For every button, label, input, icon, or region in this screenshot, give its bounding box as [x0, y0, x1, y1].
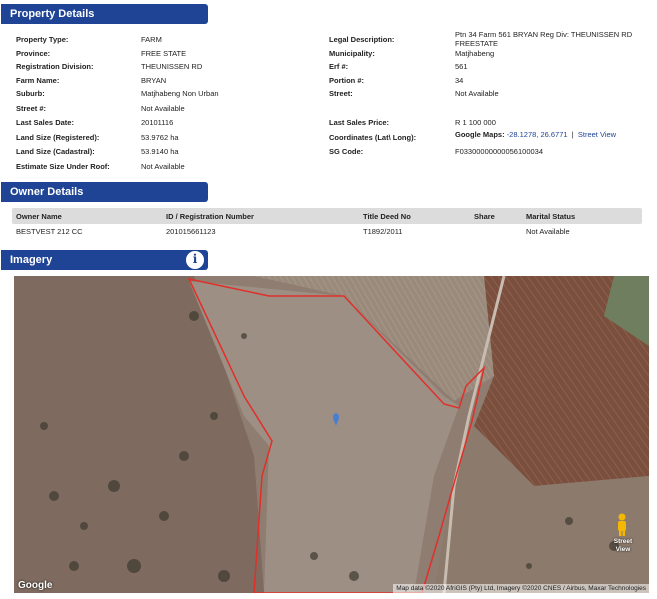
- estimate-size-under-roof-label: Estimate Size Under Roof:: [16, 162, 110, 171]
- property-type-label: Property Type:: [16, 35, 69, 44]
- farm-name-label: Farm Name:: [16, 76, 60, 85]
- street-view-link[interactable]: Street View: [578, 130, 616, 139]
- street-number-label: Street #:: [16, 104, 47, 113]
- street-label: Street:: [329, 89, 353, 98]
- legal-description-label: Legal Description:: [329, 35, 395, 44]
- property-type-value: FARM: [141, 35, 162, 44]
- land-size-cadastral-label: Land Size (Cadastral):: [16, 147, 95, 156]
- owner-name-column-header: Owner Name: [16, 212, 62, 221]
- erf-label: Erf #:: [329, 62, 349, 71]
- imagery-header: Imagery: [1, 250, 208, 270]
- portion-value: 34: [455, 76, 464, 85]
- street-value: Not Available: [455, 89, 499, 98]
- last-sales-date-value: 20101116: [141, 118, 174, 127]
- marital-status-cell: Not Available: [526, 227, 570, 236]
- info-icon[interactable]: i: [185, 250, 205, 270]
- registration-division-label: Registration Division:: [16, 62, 94, 71]
- municipality-value: Matjhabeng: [455, 49, 495, 58]
- province-value: FREE STATE: [141, 49, 187, 58]
- map-attribution: Map data ©2020 AfriGIS (Pty) Ltd, Imager…: [393, 584, 649, 593]
- land-size-registered-label: Land Size (Registered):: [16, 133, 100, 142]
- google-logo: Google: [18, 580, 53, 591]
- municipality-label: Municipality:: [329, 49, 375, 58]
- province-label: Province:: [16, 49, 51, 58]
- google-maps-prefix: Google Maps:: [455, 130, 505, 139]
- land-size-cadastral-value: 53.9140 ha: [141, 147, 179, 156]
- coordinates-label: Coordinates (Lat\ Long):: [329, 133, 417, 142]
- suburb-label: Suburb:: [16, 89, 45, 98]
- last-sales-date-label: Last Sales Date:: [16, 118, 74, 127]
- coordinates-value: Google Maps: -28.1278, 26.6771 | Street …: [455, 130, 616, 139]
- registration-division-value: THEUNISSEN RD: [141, 62, 203, 71]
- sg-code-value: F03300000000056100034: [455, 147, 544, 156]
- owner-name-cell: BESTVEST 212 CC: [16, 227, 83, 236]
- google-maps-coordinates-link[interactable]: -28.1278, 26.6771: [507, 130, 568, 139]
- last-sales-price-label: Last Sales Price:: [329, 118, 390, 127]
- marital-status-column-header: Marital Status: [526, 212, 576, 221]
- street-view-label[interactable]: Street View: [610, 538, 636, 554]
- id-registration-cell: 201015661123: [166, 227, 216, 236]
- id-registration-column-header: ID / Registration Number: [166, 212, 254, 221]
- owner-details-header: Owner Details: [1, 182, 208, 202]
- title-deed-column-header: Title Deed No: [363, 212, 411, 221]
- estimate-size-under-roof-value: Not Available: [141, 162, 185, 171]
- share-column-header: Share: [474, 212, 495, 221]
- street-number-value: Not Available: [141, 104, 185, 113]
- property-details-header: Property Details: [1, 4, 208, 24]
- coordinates-separator: |: [571, 130, 574, 139]
- portion-label: Portion #:: [329, 76, 364, 85]
- erf-value: 561: [455, 62, 468, 71]
- last-sales-price-value: R 1 100 000: [455, 118, 496, 127]
- satellite-map[interactable]: Street View Google Map data ©2020 AfriGI…: [14, 276, 649, 593]
- legal-description-value: Ptn 34 Farm 561 BRYAN Reg Div: THEUNISSE…: [455, 30, 633, 48]
- suburb-value: Matjhabeng Non Urban: [141, 89, 219, 98]
- land-size-registered-value: 53.9762 ha: [141, 133, 179, 142]
- title-deed-cell: T1892/2011: [363, 227, 403, 236]
- farm-name-value: BRYAN: [141, 76, 167, 85]
- sg-code-label: SG Code:: [329, 147, 364, 156]
- satellite-imagery: [14, 276, 649, 593]
